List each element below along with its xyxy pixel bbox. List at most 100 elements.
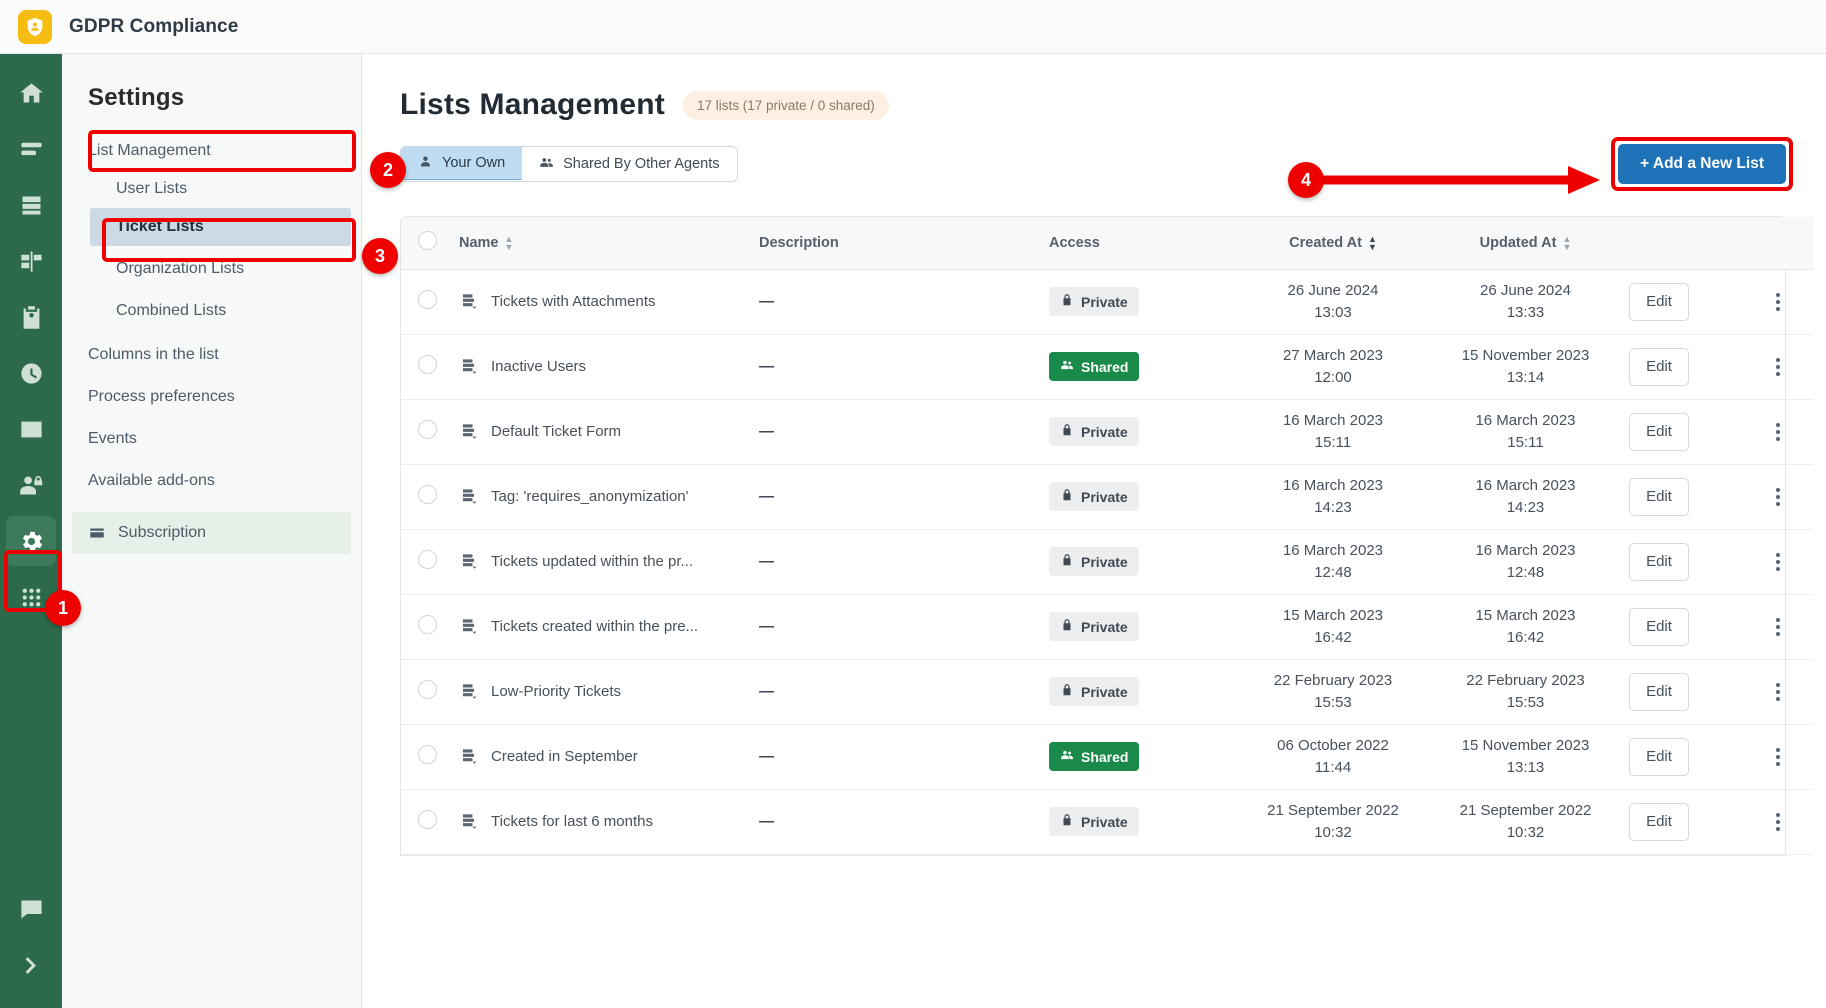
created-time: 12:48 bbox=[1314, 563, 1352, 581]
sidebar-item-list-management[interactable]: List Management bbox=[62, 132, 361, 170]
column-header-created-at[interactable]: Created At ▲ ▼ bbox=[1238, 217, 1428, 270]
sidebar-item-available-add-ons[interactable]: Available add-ons bbox=[62, 462, 361, 500]
row-checkbox[interactable] bbox=[417, 485, 437, 504]
table-header-row: Name ▲ ▼ Description Access Created At ▲… bbox=[401, 217, 1813, 270]
row-checkbox[interactable] bbox=[417, 290, 437, 309]
apps-grid-icon[interactable] bbox=[6, 572, 56, 622]
row-created-at-cell: 16 March 2023 14:23 bbox=[1238, 464, 1428, 530]
sidebar-item-events[interactable]: Events bbox=[62, 420, 361, 458]
list-name[interactable]: Low-Priority Tickets bbox=[491, 683, 621, 700]
table-row[interactable]: Tickets with Attachments — Private 26 June … bbox=[401, 269, 1813, 335]
gear-icon[interactable] bbox=[6, 516, 56, 566]
table-row[interactable]: Inactive Users — Shared 27 March 2023 12:00 1… bbox=[401, 334, 1813, 400]
table-row[interactable]: Tickets for last 6 months — Private 21 Sept… bbox=[401, 789, 1813, 855]
select-all-checkbox[interactable] bbox=[417, 231, 437, 251]
edit-button[interactable]: Edit bbox=[1629, 802, 1689, 841]
access-badge: Private bbox=[1049, 677, 1139, 706]
updated-date: 16 March 2023 bbox=[1475, 476, 1576, 494]
list-item-icon bbox=[459, 747, 478, 766]
more-options-icon[interactable] bbox=[1749, 747, 1807, 766]
row-created-at-cell: 27 March 2023 12:00 bbox=[1238, 334, 1428, 400]
created-time: 13:03 bbox=[1314, 303, 1352, 321]
workflow-icon[interactable] bbox=[6, 236, 56, 286]
lock-icon bbox=[1060, 488, 1074, 505]
row-checkbox[interactable] bbox=[417, 355, 437, 374]
list-name[interactable]: Tickets updated within the pr... bbox=[491, 553, 693, 570]
list-name[interactable]: Tickets with Attachments bbox=[491, 293, 656, 310]
sidebar-item-user-lists[interactable]: User Lists bbox=[62, 170, 361, 208]
sidebar-item-combined-lists[interactable]: Combined Lists bbox=[62, 292, 361, 330]
edit-button[interactable]: Edit bbox=[1629, 607, 1689, 646]
more-options-icon[interactable] bbox=[1749, 487, 1807, 506]
table-row[interactable]: Tickets updated within the pr... — Private… bbox=[401, 529, 1813, 595]
tab-your-own[interactable]: Your Own bbox=[400, 147, 524, 180]
user-lock-icon[interactable] bbox=[6, 460, 56, 510]
column-header-name[interactable]: Name ▲ ▼ bbox=[453, 217, 753, 270]
created-date: 21 September 2022 bbox=[1267, 801, 1399, 819]
row-checkbox[interactable] bbox=[417, 810, 437, 829]
sidebar-item-organization-lists[interactable]: Organization Lists bbox=[62, 250, 361, 288]
more-options-icon[interactable] bbox=[1749, 812, 1807, 831]
table-row[interactable]: Tickets created within the pre... — Privat… bbox=[401, 594, 1813, 660]
more-options-icon[interactable] bbox=[1749, 682, 1807, 701]
edit-button[interactable]: Edit bbox=[1629, 347, 1689, 386]
edit-button[interactable]: Edit bbox=[1629, 542, 1689, 581]
home-icon[interactable] bbox=[6, 68, 56, 118]
row-checkbox[interactable] bbox=[417, 615, 437, 634]
list-name[interactable]: Created in September bbox=[491, 748, 638, 765]
access-badge: Private bbox=[1049, 547, 1139, 576]
row-edit-cell: Edit bbox=[1623, 659, 1743, 725]
chat-icon[interactable] bbox=[6, 884, 56, 934]
chart-icon[interactable] bbox=[6, 404, 56, 454]
created-date: 26 June 2024 bbox=[1287, 281, 1379, 299]
add-a-new-list-button[interactable]: + Add a New List bbox=[1618, 144, 1786, 184]
user-icon bbox=[418, 154, 433, 173]
more-options-icon[interactable] bbox=[1749, 617, 1807, 636]
table-row[interactable]: Created in September — Shared 06 October 20… bbox=[401, 724, 1813, 790]
edit-button[interactable]: Edit bbox=[1629, 412, 1689, 451]
clock-icon[interactable] bbox=[6, 348, 56, 398]
row-description-cell: — bbox=[753, 334, 1043, 400]
column-header-updated-at[interactable]: Updated At ▲ ▼ bbox=[1428, 217, 1623, 270]
row-name-cell: Tickets created within the pre... bbox=[453, 594, 753, 660]
tab-shared-by-other-agents[interactable]: Shared By Other Agents bbox=[522, 147, 737, 181]
clipboard-user-icon[interactable] bbox=[6, 292, 56, 342]
table-row[interactable]: Low-Priority Tickets — Private 22 February … bbox=[401, 659, 1813, 725]
sidebar-item-label: Columns in the list bbox=[88, 346, 219, 363]
more-options-icon[interactable] bbox=[1749, 422, 1807, 441]
edit-button[interactable]: Edit bbox=[1629, 672, 1689, 711]
table-row[interactable]: Default Ticket Form — Private 16 March 2023… bbox=[401, 399, 1813, 465]
sidebar-item-subscription[interactable]: Subscription bbox=[72, 512, 351, 554]
list-name[interactable]: Tag: 'requires_anonymization' bbox=[491, 488, 689, 505]
list-name[interactable]: Inactive Users bbox=[491, 358, 586, 375]
sidebar-item-process-preferences[interactable]: Process preferences bbox=[62, 378, 361, 416]
table-row[interactable]: Tag: 'requires_anonymization' — Private 16 … bbox=[401, 464, 1813, 530]
row-edit-cell: Edit bbox=[1623, 529, 1743, 595]
chevron-right-icon[interactable] bbox=[6, 940, 56, 990]
sidebar-item-ticket-lists[interactable]: Ticket Lists bbox=[90, 208, 351, 246]
edit-button[interactable]: Edit bbox=[1629, 737, 1689, 776]
list-name[interactable]: Default Ticket Form bbox=[491, 423, 621, 440]
more-options-icon[interactable] bbox=[1749, 552, 1807, 571]
row-checkbox[interactable] bbox=[417, 420, 437, 439]
row-checkbox[interactable] bbox=[417, 680, 437, 699]
row-description-cell: — bbox=[753, 659, 1043, 725]
list-name[interactable]: Tickets for last 6 months bbox=[491, 813, 653, 830]
more-options-icon[interactable] bbox=[1749, 357, 1807, 376]
row-checkbox[interactable] bbox=[417, 550, 437, 569]
list-name[interactable]: Tickets created within the pre... bbox=[491, 618, 698, 635]
edit-button[interactable]: Edit bbox=[1629, 477, 1689, 516]
row-select-cell bbox=[401, 399, 453, 465]
access-badge: Shared bbox=[1049, 352, 1140, 381]
list-description: — bbox=[759, 618, 774, 635]
sidebar-item-columns-in-the-list[interactable]: Columns in the list bbox=[62, 336, 361, 374]
row-more-cell bbox=[1743, 334, 1813, 400]
access-label: Private bbox=[1081, 813, 1128, 830]
inbox-icon[interactable] bbox=[6, 180, 56, 230]
row-checkbox[interactable] bbox=[417, 745, 437, 764]
edit-button[interactable]: Edit bbox=[1629, 282, 1689, 321]
row-access-cell: Private bbox=[1043, 269, 1238, 335]
row-created-at-cell: 22 February 2023 15:53 bbox=[1238, 659, 1428, 725]
list-icon[interactable] bbox=[6, 124, 56, 174]
more-options-icon[interactable] bbox=[1749, 292, 1807, 311]
